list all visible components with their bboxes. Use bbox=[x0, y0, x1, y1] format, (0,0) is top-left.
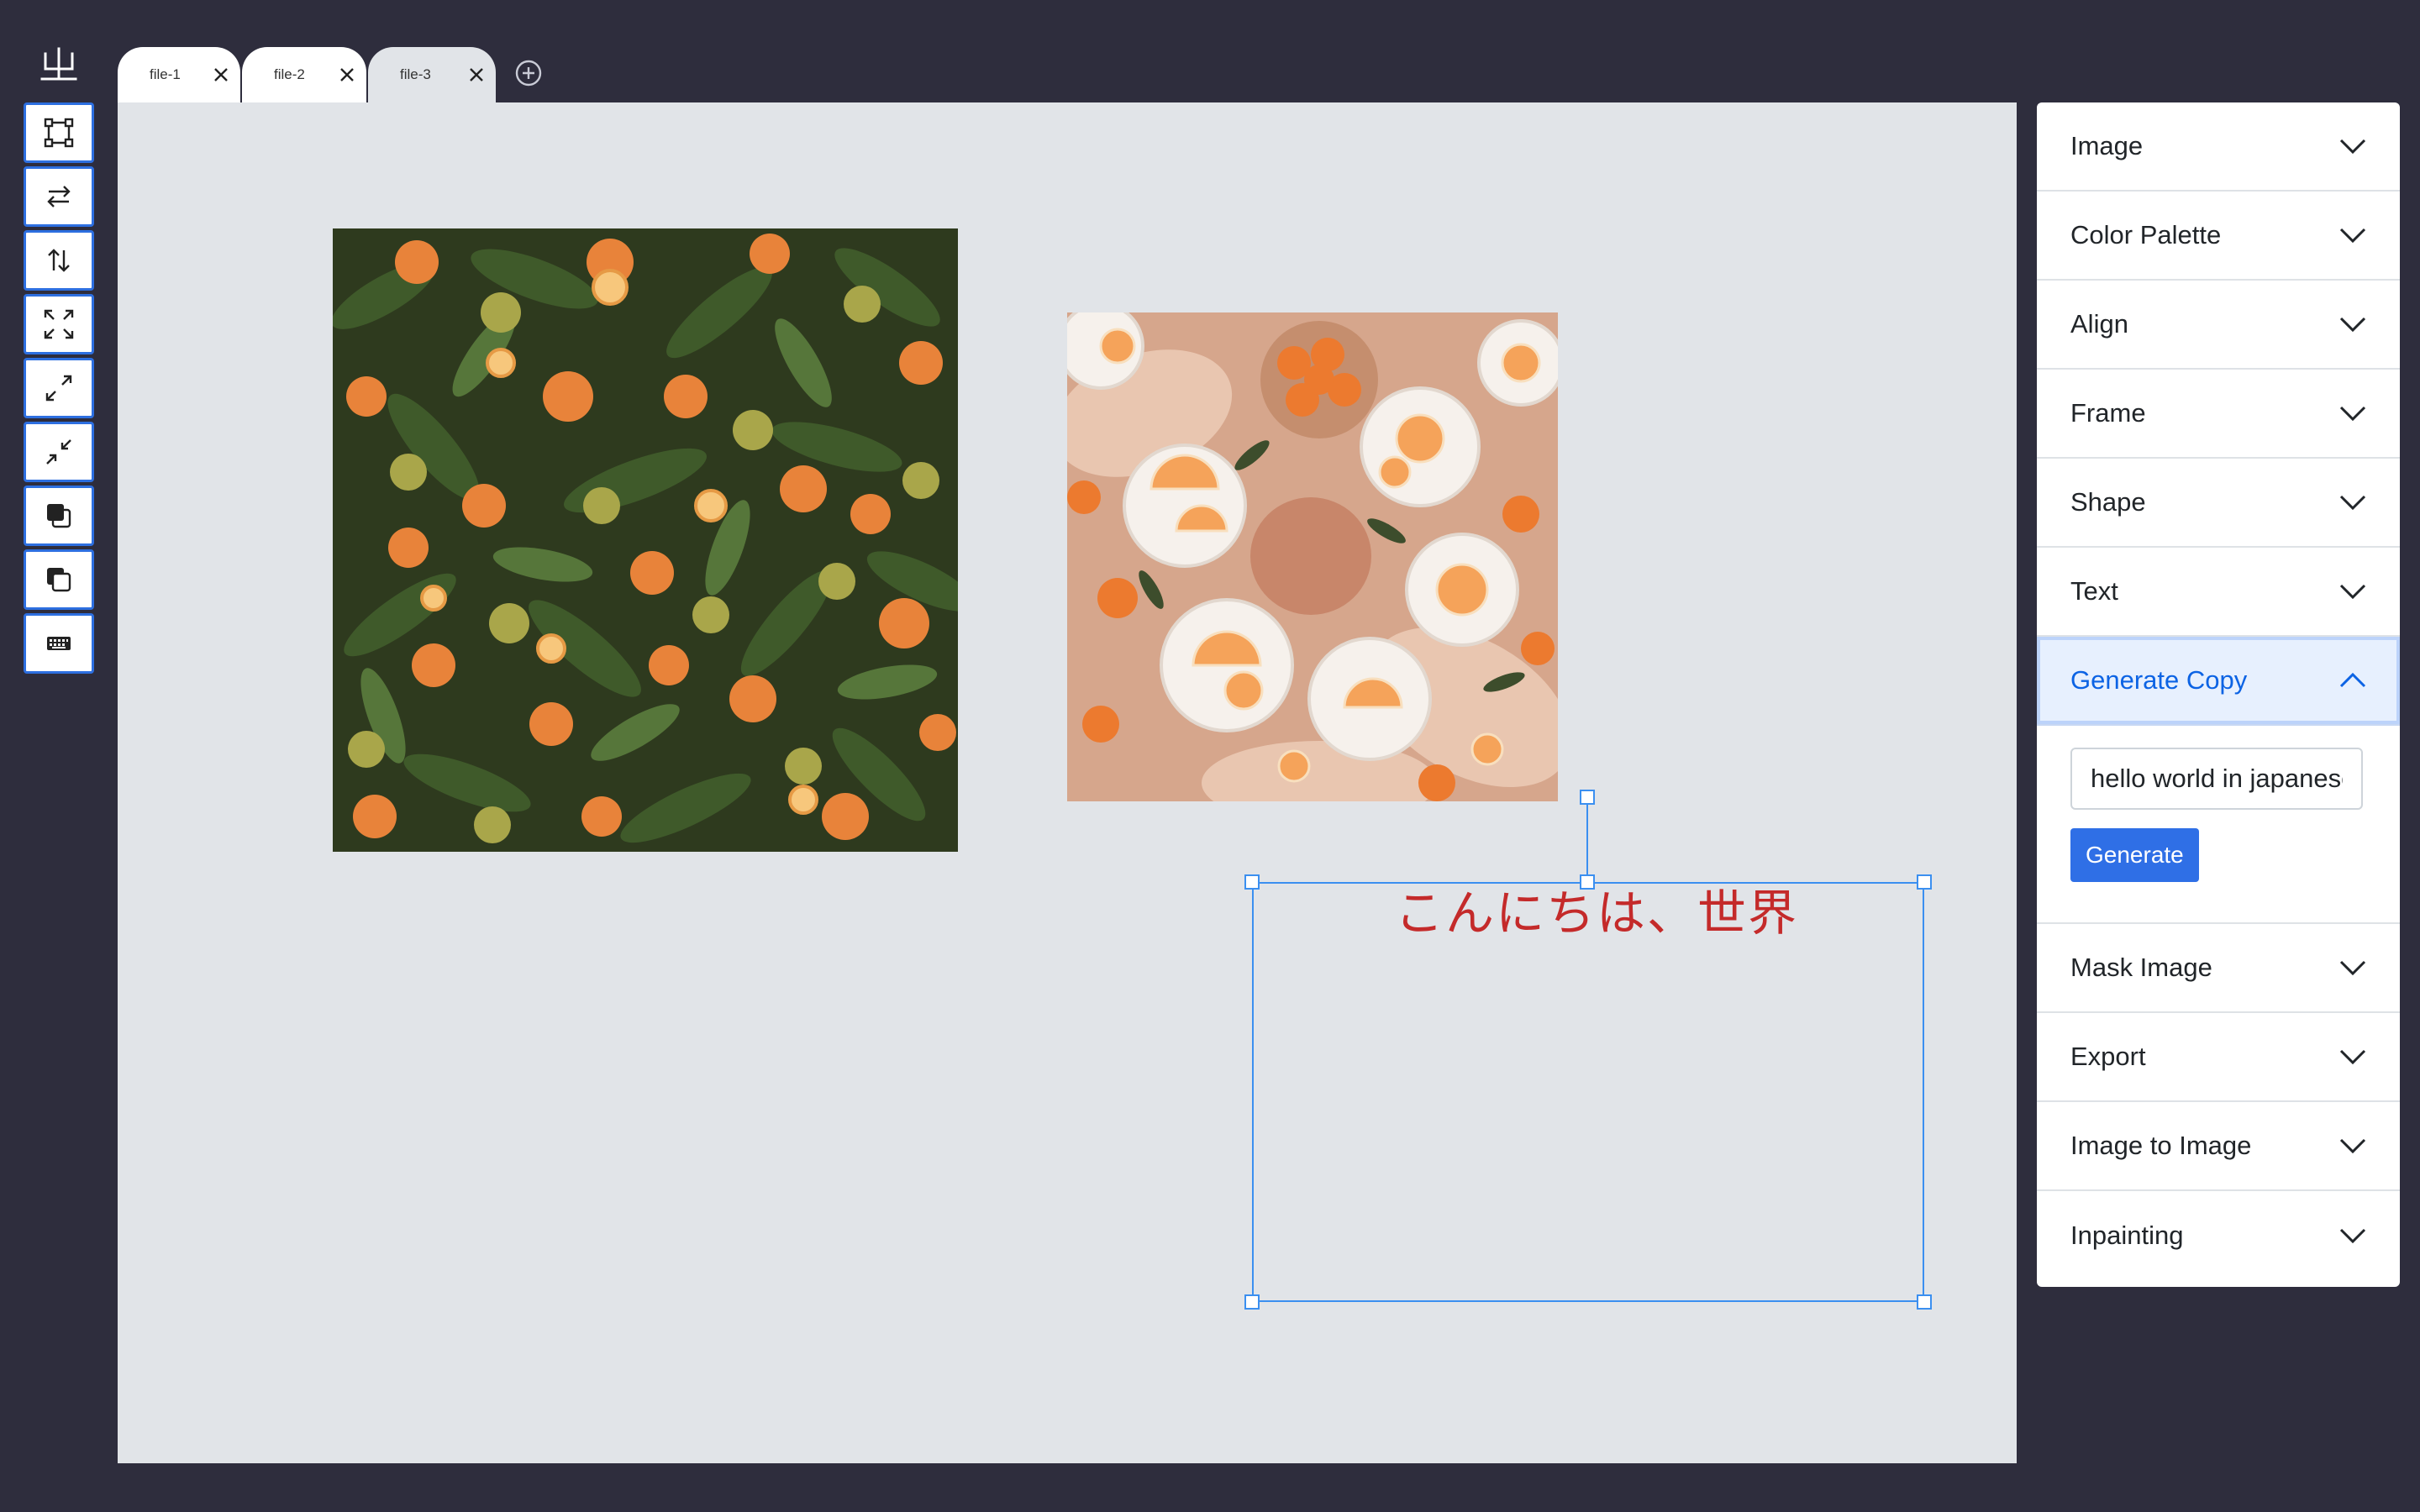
send-backward-button[interactable] bbox=[24, 549, 94, 610]
chevron-down-icon bbox=[2339, 1228, 2366, 1244]
accordion-text[interactable]: Text bbox=[2037, 548, 2400, 637]
flip-horizontal-icon bbox=[47, 186, 71, 207]
chevron-down-icon bbox=[2339, 584, 2366, 600]
send-backward-icon bbox=[47, 568, 71, 592]
generate-button[interactable]: Generate bbox=[2070, 828, 2199, 882]
accordion-label: Text bbox=[2070, 576, 2118, 606]
transform-tool-button[interactable] bbox=[24, 102, 94, 163]
flip-vertical-icon bbox=[48, 249, 70, 272]
generate-copy-body: Generate bbox=[2037, 726, 2400, 924]
expand-button[interactable] bbox=[24, 358, 94, 418]
accordion-label: Mask Image bbox=[2070, 953, 2212, 982]
close-icon[interactable] bbox=[338, 66, 356, 84]
accordion-generate-copy[interactable]: Generate Copy bbox=[2037, 637, 2400, 726]
tab-file-1[interactable]: file-1 bbox=[118, 47, 240, 102]
accordion-label: Generate Copy bbox=[2070, 665, 2248, 695]
accordion-label: Image bbox=[2070, 131, 2144, 160]
chevron-down-icon bbox=[2339, 960, 2366, 976]
fit-canvas-button[interactable] bbox=[24, 294, 94, 354]
close-icon[interactable] bbox=[212, 66, 230, 84]
tab-label: file-3 bbox=[400, 66, 431, 82]
accordion-color-palette[interactable]: Color Palette bbox=[2037, 192, 2400, 281]
close-icon[interactable] bbox=[467, 66, 486, 84]
keyboard-shortcuts-button[interactable] bbox=[24, 613, 94, 674]
plus-circle-icon[interactable] bbox=[514, 59, 543, 87]
shrink-button[interactable] bbox=[24, 422, 94, 482]
text-selection-box[interactable] bbox=[1252, 882, 1924, 1302]
resize-handle-bottom-left[interactable] bbox=[1244, 1294, 1260, 1310]
flip-vertical-button[interactable] bbox=[24, 230, 94, 291]
resize-handle-bottom-right[interactable] bbox=[1917, 1294, 1932, 1310]
shrink-icon bbox=[46, 439, 71, 465]
properties-panel: Image Color Palette Align Frame Shape Te… bbox=[2037, 102, 2400, 1287]
citrus-leaves-image[interactable] bbox=[333, 228, 958, 852]
accordion-label: Align bbox=[2070, 309, 2128, 339]
accordion-align[interactable]: Align bbox=[2037, 281, 2400, 370]
expand-icon bbox=[45, 375, 72, 402]
orange-plates-image[interactable] bbox=[1067, 312, 1558, 801]
chevron-down-icon bbox=[2339, 139, 2366, 155]
resize-handle-top-right[interactable] bbox=[1917, 874, 1932, 890]
accordion-label: Color Palette bbox=[2070, 220, 2222, 249]
accordion-inpainting[interactable]: Inpainting bbox=[2037, 1191, 2400, 1280]
accordion-label: Inpainting bbox=[2070, 1221, 2184, 1250]
chevron-down-icon bbox=[2339, 406, 2366, 422]
accordion-label: Export bbox=[2070, 1042, 2146, 1071]
accordion-mask-image[interactable]: Mask Image bbox=[2037, 924, 2400, 1013]
app-logo-icon bbox=[40, 47, 77, 81]
chevron-up-icon bbox=[2339, 672, 2366, 688]
accordion-image[interactable]: Image bbox=[2037, 102, 2400, 192]
chevron-down-icon bbox=[2339, 228, 2366, 244]
flip-horizontal-button[interactable] bbox=[24, 166, 94, 227]
accordion-frame[interactable]: Frame bbox=[2037, 370, 2400, 459]
bring-forward-icon bbox=[47, 504, 71, 528]
chevron-down-icon bbox=[2339, 1049, 2366, 1065]
tab-label: file-1 bbox=[150, 66, 181, 82]
tab-file-2[interactable]: file-2 bbox=[242, 47, 366, 102]
accordion-label: Frame bbox=[2070, 398, 2146, 428]
rotation-guide-line bbox=[1586, 798, 1588, 882]
fit-canvas-icon bbox=[44, 309, 74, 339]
accordion-label: Shape bbox=[2070, 487, 2146, 517]
accordion-shape[interactable]: Shape bbox=[2037, 459, 2400, 548]
resize-handle-top-left[interactable] bbox=[1244, 874, 1260, 890]
accordion-label: Image to Image bbox=[2070, 1131, 2252, 1160]
accordion-export[interactable]: Export bbox=[2037, 1013, 2400, 1102]
keyboard-icon bbox=[47, 637, 71, 650]
transform-icon bbox=[44, 118, 74, 148]
copy-prompt-input[interactable] bbox=[2070, 748, 2363, 810]
tab-label: file-2 bbox=[274, 66, 305, 82]
rotate-handle[interactable] bbox=[1580, 790, 1595, 805]
chevron-down-icon bbox=[2339, 317, 2366, 333]
accordion-image-to-image[interactable]: Image to Image bbox=[2037, 1102, 2400, 1191]
chevron-down-icon bbox=[2339, 1138, 2366, 1154]
chevron-down-icon bbox=[2339, 495, 2366, 511]
bring-forward-button[interactable] bbox=[24, 486, 94, 546]
tab-file-3[interactable]: file-3 bbox=[368, 47, 496, 102]
canvas-text-element[interactable]: こんにちは、世界 bbox=[1395, 874, 1798, 944]
